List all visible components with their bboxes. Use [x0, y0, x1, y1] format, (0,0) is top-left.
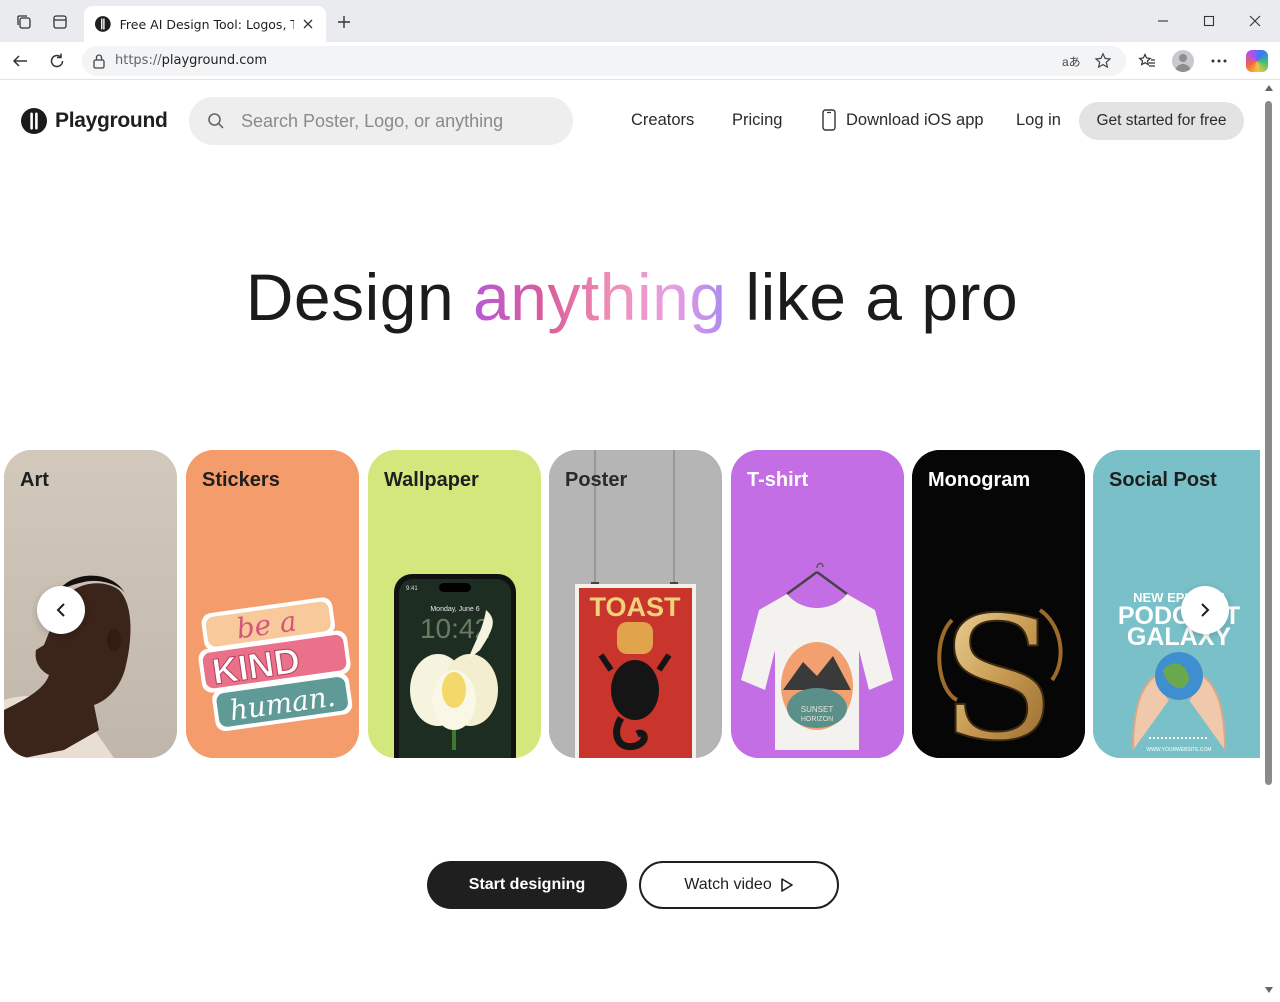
chevron-left-icon: [56, 603, 65, 617]
download-ios-label: Download iOS app: [846, 110, 984, 129]
copilot-icon[interactable]: [1243, 47, 1271, 75]
lock-icon: [93, 54, 105, 69]
download-ios-link[interactable]: Download iOS app: [822, 109, 984, 131]
tab-actions-icon[interactable]: [46, 8, 74, 36]
workspaces-icon[interactable]: [10, 8, 38, 36]
monogram-illustration: S: [912, 450, 1085, 758]
read-aloud-icon[interactable]: aあ: [1062, 53, 1081, 70]
maximize-icon[interactable]: [1186, 0, 1232, 42]
minimize-icon[interactable]: [1140, 0, 1186, 42]
playground-logo[interactable]: Playground: [20, 107, 168, 135]
nav-pricing[interactable]: Pricing: [732, 111, 782, 130]
playground-logo-icon: [21, 108, 47, 134]
social-post-illustration: NEW EPISODE PODCAST GALAXY WWW.YOURWEBSI…: [1093, 450, 1260, 758]
category-card-tshirt[interactable]: SUNSET HORIZON T-shirt: [731, 450, 904, 758]
tshirt-illustration: SUNSET HORIZON: [731, 450, 904, 758]
social-text-4: WWW.YOURWEBSITE.COM: [1146, 747, 1211, 753]
get-started-button[interactable]: Get started for free: [1079, 102, 1244, 140]
watch-video-button[interactable]: Watch video: [639, 861, 839, 909]
card-label-poster: Poster: [565, 469, 628, 491]
hero-text-after: like a pro: [726, 260, 1019, 334]
profile-avatar[interactable]: [1169, 47, 1197, 75]
poster-illustration: TOAST: [549, 450, 722, 758]
card-label-monogram: Monogram: [928, 469, 1031, 491]
close-tab-icon[interactable]: [300, 16, 316, 32]
more-options-icon[interactable]: [1205, 47, 1233, 75]
refresh-icon[interactable]: [43, 47, 71, 75]
search-input[interactable]: [241, 109, 551, 133]
favorites-icon[interactable]: [1133, 47, 1161, 75]
favorite-star-icon[interactable]: [1094, 52, 1112, 70]
card-label-art: Art: [20, 469, 49, 491]
card-label-stickers: Stickers: [202, 469, 280, 491]
active-tab[interactable]: Free AI Design Tool: Logos, T-Shirts: [84, 6, 326, 42]
chevron-right-icon: [1201, 603, 1210, 617]
sticker-illustration: be a KIND human.: [186, 450, 359, 758]
phone-time: 9:41: [406, 586, 418, 592]
phone-icon: [822, 109, 836, 131]
playground-favicon-icon: [94, 16, 111, 32]
hero-highlight: anything: [473, 260, 727, 334]
category-card-monogram[interactable]: S Monogram: [912, 450, 1085, 758]
phone-date: Monday, June 6: [430, 606, 479, 613]
portrait-illustration: [4, 450, 177, 758]
page-scrollbar[interactable]: [1262, 81, 1276, 997]
watch-video-label: Watch video: [684, 876, 772, 893]
address-toolbar: https://playground.com aあ: [0, 42, 1280, 80]
scroll-down-icon[interactable]: [1265, 987, 1273, 993]
play-icon: [780, 878, 793, 892]
web-page: Playground Creators Pricing Download iOS…: [4, 81, 1260, 997]
search-icon: [208, 113, 224, 129]
browser-tab-strip: Free AI Design Tool: Logos, T-Shirts: [0, 0, 1280, 42]
hero-text-before: Design: [245, 260, 474, 334]
category-card-art[interactable]: Art: [4, 450, 177, 758]
back-icon[interactable]: [6, 47, 34, 75]
category-card-poster[interactable]: TOAST Poster: [549, 450, 722, 758]
hero-headline: Design anything like a pro: [4, 259, 1260, 335]
category-card-social-post[interactable]: NEW EPISODE PODCAST GALAXY WWW.YOURWEBSI…: [1093, 450, 1260, 758]
search-bar[interactable]: [189, 97, 573, 145]
start-designing-button[interactable]: Start designing: [427, 861, 627, 909]
monogram-letter: S: [940, 581, 1056, 758]
card-label-tshirt: T-shirt: [747, 469, 809, 491]
nav-login[interactable]: Log in: [1016, 111, 1061, 130]
tshirt-text-2: HORIZON: [801, 716, 833, 723]
tab-title: Free AI Design Tool: Logos, T-Shirts: [119, 16, 295, 32]
card-label-wallpaper: Wallpaper: [384, 469, 479, 491]
scrollbar-thumb[interactable]: [1265, 101, 1272, 785]
category-card-wallpaper[interactable]: 9:41 Monday, June 6 10:42 Wallpaper: [368, 450, 541, 758]
tshirt-text-1: SUNSET: [801, 705, 834, 714]
carousel-next-button[interactable]: [1181, 586, 1229, 634]
address-bar[interactable]: https://playground.com aあ: [82, 46, 1126, 76]
card-label-social-post: Social Post: [1109, 469, 1217, 491]
nav-creators[interactable]: Creators: [631, 111, 694, 130]
category-card-stickers[interactable]: be a KIND human. Stickers: [186, 450, 359, 758]
close-window-icon[interactable]: [1232, 0, 1278, 42]
wallpaper-phone-illustration: 9:41 Monday, June 6 10:42: [368, 450, 541, 758]
new-tab-icon[interactable]: [330, 8, 358, 36]
poster-title: TOAST: [589, 592, 681, 622]
url-text: https://playground.com: [115, 53, 268, 68]
carousel-prev-button[interactable]: [37, 586, 85, 634]
brand-name: Playground: [55, 109, 168, 132]
scroll-up-icon[interactable]: [1265, 85, 1273, 91]
